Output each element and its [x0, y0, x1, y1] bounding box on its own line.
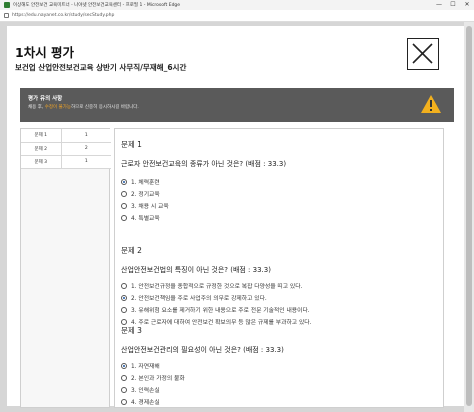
option-label: 2. 본인과 가정의 불화 — [131, 376, 185, 382]
answer-option[interactable]: 1. 안전보건규정을 종합적으로 규정한 것으로 복잡 다양성을 띠고 있다. — [121, 281, 302, 290]
modal-header: 1차시 평가 보건업 산업안전보건교육 상반기 사무직/무재해_6시간 — [7, 26, 467, 86]
notice-text-after: 하므로 신중히 응시하시길 바랍니다. — [71, 105, 139, 110]
course-subtitle: 보건업 산업안전보건교육 상반기 사무직/무재해_6시간 — [15, 63, 187, 72]
nav-question-label[interactable]: 문제 1 — [21, 129, 62, 143]
answer-option[interactable]: 4. 특별교육 — [121, 213, 160, 222]
window-close-button[interactable]: ✕ — [460, 0, 474, 10]
answer-option[interactable]: 3. 채용 시 교육 — [121, 201, 169, 210]
answer-option[interactable]: 4. 경제손실 — [121, 397, 160, 406]
option-label: 4. 주로 근로자에 대하여 안전보건 확보의무 등 많은 규제를 부과하고 있… — [131, 320, 312, 326]
nav-row[interactable]: 문제 2 2 — [21, 142, 111, 156]
radio-selected-icon[interactable] — [121, 178, 127, 185]
question-heading: 문제 3 — [121, 326, 142, 335]
nav-answer-value: 1 — [61, 155, 111, 169]
radio-icon[interactable] — [121, 306, 127, 313]
nav-answer-value: 1 — [61, 129, 111, 143]
radio-icon[interactable] — [121, 282, 127, 289]
radio-icon[interactable] — [121, 398, 127, 405]
radio-icon[interactable] — [121, 386, 127, 393]
option-label: 3. 인력손실 — [131, 388, 160, 394]
option-label: 3. 채용 시 교육 — [131, 204, 169, 210]
address-bar[interactable]: https://edu.nayanet.co.kr/study/secStudy… — [0, 10, 474, 22]
scrollbar-thumb[interactable] — [466, 26, 472, 406]
question-1: 문제 1 근로자 안전보건교육의 종류가 아닌 것은? (배점 : 33.3) … — [121, 139, 286, 222]
answer-option[interactable]: 3. 인력손실 — [121, 385, 160, 394]
notice-title: 평가 유의 사항 — [28, 96, 63, 102]
page-backdrop: 1차시 평가 보건업 산업안전보건교육 상반기 사무직/무재해_6시간 평가 유… — [0, 22, 474, 412]
radio-icon[interactable] — [121, 202, 127, 209]
radio-icon[interactable] — [121, 374, 127, 381]
browser-title-bar: 이상해도 안전보건 교육미트너 - 나야넷 안전보건교육센터 - 프로필 1 -… — [0, 0, 474, 10]
option-label: 3. 유해위험 요소를 제거하기 위한 내용으로 주로 전문 기술적인 내용이다… — [131, 308, 310, 314]
option-label: 4. 경제손실 — [131, 400, 160, 406]
radio-selected-icon[interactable] — [121, 362, 127, 369]
warning-icon — [421, 95, 441, 113]
modal-close-button[interactable] — [407, 38, 439, 70]
question-text: 산업안전보건법의 특징이 아닌 것은? (배점 : 33.3) — [121, 266, 271, 274]
nav-question-label[interactable]: 문제 3 — [21, 155, 62, 169]
radio-icon[interactable] — [121, 318, 127, 325]
question-text: 산업안전보건관리의 필요성이 아닌 것은? (배점 : 33.3) — [121, 346, 284, 354]
nav-row[interactable]: 문제 1 1 — [21, 129, 111, 143]
option-label: 4. 특별교육 — [131, 216, 160, 222]
answer-option[interactable]: 2. 본인과 가정의 불화 — [121, 373, 185, 382]
nav-question-label[interactable]: 문제 2 — [21, 142, 62, 156]
answer-option[interactable]: 2. 안전보건책임을 주로 사업주의 의무로 강제하고 있다. — [121, 293, 267, 302]
question-heading: 문제 2 — [121, 246, 142, 255]
option-label: 1. 체력훈련 — [131, 180, 160, 186]
page-title: 1차시 평가 — [15, 45, 75, 60]
lock-icon — [4, 13, 9, 18]
page-scrollbar[interactable] — [464, 22, 474, 412]
answer-option[interactable]: 2. 정기교육 — [121, 189, 160, 198]
answer-option[interactable]: 3. 유해위험 요소를 제거하기 위한 내용으로 주로 전문 기술적인 내용이다… — [121, 305, 310, 314]
close-icon — [412, 43, 433, 64]
question-2: 문제 2 산업안전보건법의 특징이 아닌 것은? (배점 : 33.3) 1. … — [121, 245, 311, 326]
option-label: 1. 자연재해 — [131, 364, 160, 370]
question-heading: 문제 1 — [121, 140, 142, 149]
nav-answer-value: 2 — [61, 142, 111, 156]
radio-icon[interactable] — [121, 190, 127, 197]
answer-option[interactable]: 4. 주로 근로자에 대하여 안전보건 확보의무 등 많은 규제를 부과하고 있… — [121, 317, 311, 326]
answer-option[interactable]: 1. 자연재해 — [121, 361, 160, 370]
exam-modal: 1차시 평가 보건업 산업안전보건교육 상반기 사무직/무재해_6시간 평가 유… — [7, 26, 467, 408]
question-navigator: 문제 1 1 문제 2 2 문제 3 1 — [20, 128, 111, 408]
option-label: 2. 안전보건책임을 주로 사업주의 의무로 강제하고 있다. — [131, 296, 267, 302]
minimize-button[interactable]: — — [432, 0, 446, 10]
maximize-button[interactable]: ☐ — [446, 0, 460, 10]
radio-icon[interactable] — [121, 214, 127, 221]
exam-notice: 평가 유의 사항 채용 후, 수정이 불가능하므로 신중히 응시하시길 바랍니다… — [20, 88, 454, 122]
option-label: 1. 안전보건규정을 종합적으로 규정한 것으로 복잡 다양성을 띠고 있다. — [131, 284, 303, 290]
answer-option[interactable]: 1. 체력훈련 — [121, 177, 160, 186]
radio-selected-icon[interactable] — [121, 294, 127, 301]
question-panel: 문제 1 근로자 안전보건교육의 종류가 아닌 것은? (배점 : 33.3) … — [114, 128, 444, 408]
notice-text-before: 채용 후, — [28, 105, 45, 110]
address-url[interactable]: https://edu.nayanet.co.kr/study/secStudy… — [12, 13, 474, 18]
window-title: 이상해도 안전보건 교육미트너 - 나야넷 안전보건교육센터 - 프로필 1 -… — [13, 3, 181, 8]
nav-row[interactable]: 문제 3 1 — [21, 155, 111, 169]
question-3: 문제 3 산업안전보건관리의 필요성이 아닌 것은? (배점 : 33.3) 1… — [121, 325, 284, 406]
option-label: 2. 정기교육 — [131, 192, 160, 198]
notice-highlight: 수정이 불가능 — [44, 105, 71, 110]
site-favicon-icon — [4, 2, 10, 8]
notice-text: 채용 후, 수정이 불가능하므로 신중히 응시하시길 바랍니다. — [28, 104, 139, 110]
question-text: 근로자 안전보건교육의 종류가 아닌 것은? (배점 : 33.3) — [121, 160, 287, 168]
